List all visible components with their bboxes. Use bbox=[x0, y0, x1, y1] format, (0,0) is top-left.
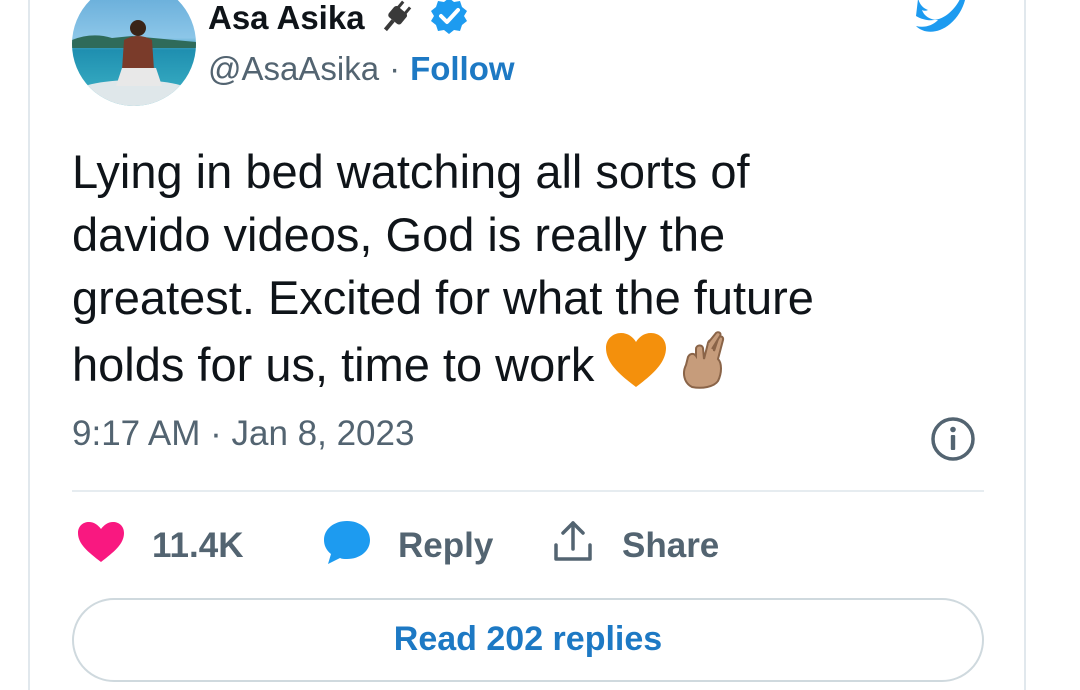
follow-button[interactable]: Follow bbox=[410, 50, 514, 88]
tweet-line-last: holds for us, time to work bbox=[72, 329, 972, 404]
orange-heart-emoji bbox=[604, 331, 668, 404]
tweet-line: greatest. Excited for what the future bbox=[72, 271, 814, 324]
read-replies-button[interactable]: Read 202 replies bbox=[72, 598, 984, 682]
share-icon bbox=[550, 519, 596, 574]
share-label: Share bbox=[622, 526, 720, 565]
tweet-timestamp[interactable]: 9:17 AM · Jan 8, 2023 bbox=[72, 414, 414, 454]
like-count: 11.4K bbox=[152, 526, 244, 565]
crossed-fingers-emoji bbox=[678, 329, 730, 404]
separator-dot: · bbox=[389, 50, 401, 87]
tweet-line: holds for us, time to work bbox=[72, 338, 595, 391]
reply-label: Reply bbox=[398, 526, 494, 565]
like-button[interactable]: 11.4K bbox=[76, 518, 243, 574]
verified-badge-icon bbox=[429, 0, 469, 41]
reply-bubble-icon bbox=[322, 519, 372, 574]
tweet-line: Lying in bed watching all sorts of bbox=[72, 145, 750, 198]
read-replies-label: Read 202 replies bbox=[393, 620, 663, 658]
reply-button[interactable]: Reply bbox=[322, 518, 493, 574]
author-handle[interactable]: @AsaAsika bbox=[208, 50, 379, 88]
heart-icon bbox=[76, 520, 126, 573]
info-icon[interactable] bbox=[930, 416, 976, 462]
author-name-row: Asa Asika bbox=[208, 0, 469, 40]
plug-icon bbox=[375, 0, 419, 41]
twitter-bird-icon[interactable] bbox=[914, 0, 980, 40]
author-name[interactable]: Asa Asika bbox=[208, 0, 365, 37]
author-handle-row: @AsaAsika · Follow bbox=[208, 48, 515, 90]
divider bbox=[72, 490, 984, 492]
tweet-text: Lying in bed watching all sorts of david… bbox=[72, 140, 972, 404]
tweet-line: davido videos, God is really the bbox=[72, 208, 726, 261]
share-button[interactable]: Share bbox=[550, 518, 719, 574]
